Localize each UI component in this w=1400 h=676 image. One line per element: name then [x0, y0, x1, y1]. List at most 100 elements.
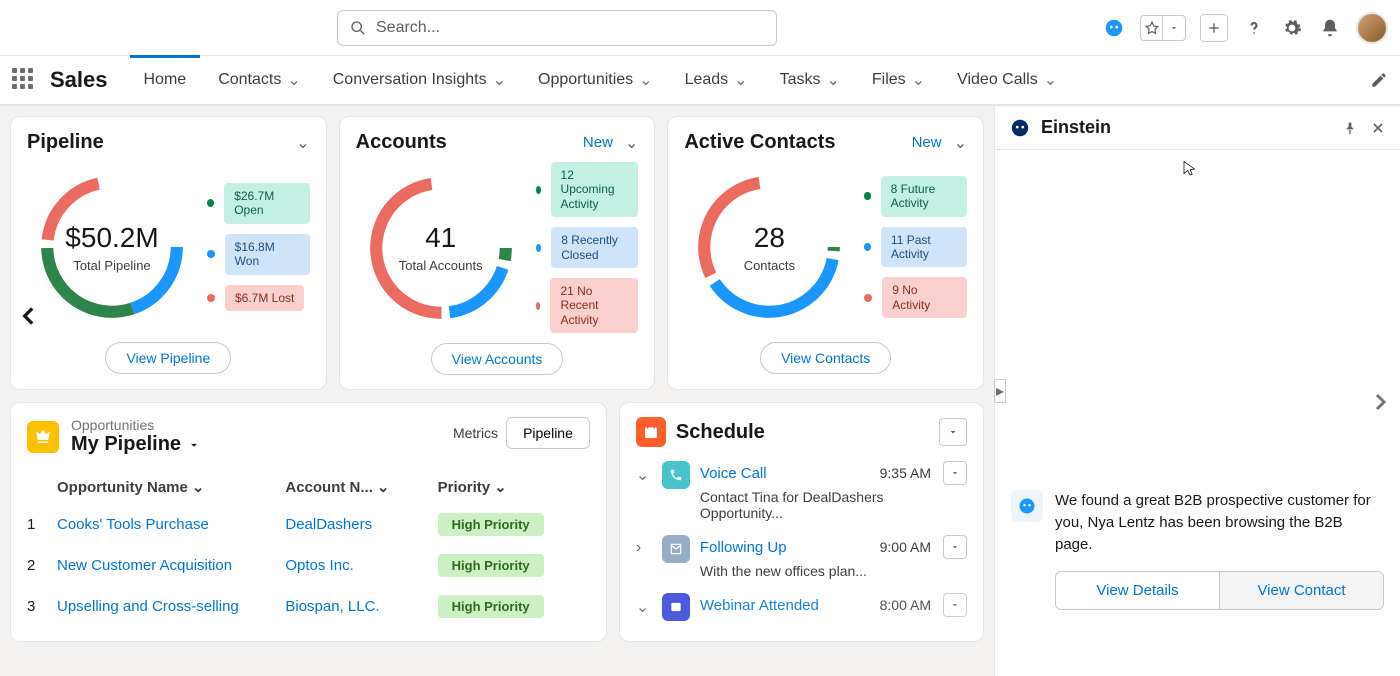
- card-menu[interactable]: ⌄: [625, 133, 638, 153]
- expand-icon[interactable]: ⌄: [636, 593, 652, 621]
- table-row: 1 Cooks' Tools Purchase DealDashers High…: [27, 504, 590, 545]
- favorites-dropdown[interactable]: [1140, 15, 1186, 41]
- phone-icon: [662, 461, 690, 489]
- col-account[interactable]: Account N... ⌄: [285, 478, 437, 496]
- tab-home[interactable]: Home: [130, 59, 201, 101]
- item-menu[interactable]: [943, 535, 967, 559]
- global-search[interactable]: Search...: [337, 10, 777, 46]
- dot-icon: [207, 199, 214, 207]
- chevron-down-icon: ⌄: [192, 478, 205, 496]
- event-icon: [662, 593, 690, 621]
- card-title: Active Contacts: [684, 131, 835, 154]
- app-launcher-icon[interactable]: [12, 68, 36, 92]
- tab-video-calls[interactable]: Video Calls⌄: [943, 58, 1071, 102]
- expand-icon[interactable]: ⌄: [636, 461, 652, 521]
- carousel-prev[interactable]: [14, 301, 44, 331]
- view-contact-button[interactable]: View Contact: [1220, 571, 1384, 610]
- view-pipeline-button[interactable]: View Pipeline: [105, 342, 231, 374]
- settings-icon[interactable]: [1280, 16, 1304, 40]
- item-menu[interactable]: [943, 593, 967, 617]
- pipeline-donut: $50.2MTotal Pipeline: [27, 162, 197, 332]
- account-link[interactable]: Biospan, LLC.: [285, 598, 437, 615]
- dot-icon: [864, 192, 870, 200]
- tab-contacts[interactable]: Contacts⌄: [204, 58, 315, 102]
- badge-lost: $6.7M Lost: [225, 285, 304, 311]
- expand-icon[interactable]: ›: [636, 535, 652, 579]
- badge-won: $16.8M Won: [225, 234, 310, 275]
- col-opportunity[interactable]: Opportunity Name ⌄: [57, 478, 285, 496]
- add-button[interactable]: [1200, 14, 1228, 42]
- chevron-down-icon[interactable]: ⌄: [1044, 70, 1057, 90]
- star-icon: [1141, 16, 1163, 40]
- help-icon[interactable]: [1242, 16, 1266, 40]
- opportunity-icon: [27, 421, 59, 453]
- account-link[interactable]: DealDashers: [285, 516, 437, 533]
- opportunities-card: Opportunities My Pipeline Metrics Pipeli…: [10, 402, 607, 642]
- account-link[interactable]: Optos Inc.: [285, 557, 437, 574]
- close-icon[interactable]: [1370, 120, 1386, 136]
- chevron-down-icon[interactable]: ⌄: [639, 70, 652, 90]
- schedule-time: 8:00 AM: [880, 597, 931, 613]
- contacts-card: Active Contacts New⌄ 28Contacts 8 Future…: [667, 116, 984, 390]
- schedule-item: ⌄ Voice Call 9:35 AM Contact Tina for De…: [636, 461, 967, 521]
- col-priority[interactable]: Priority ⌄: [438, 478, 590, 496]
- tab-files[interactable]: Files⌄: [858, 58, 939, 102]
- einstein-icon[interactable]: [1102, 16, 1126, 40]
- opportunity-link[interactable]: New Customer Acquisition: [57, 557, 285, 574]
- schedule-desc: With the new offices plan...: [700, 563, 967, 579]
- calendar-icon: [636, 417, 666, 447]
- schedule-card: Schedule ⌄ Voice Call 9:35 AM Contact Ti…: [619, 402, 984, 642]
- einstein-icon: [1009, 117, 1031, 139]
- card-menu[interactable]: ⌄: [296, 133, 309, 153]
- schedule-item: ⌄ Webinar Attended 8:00 AM: [636, 593, 967, 621]
- priority-badge: High Priority: [438, 554, 544, 577]
- panel-collapse-handle[interactable]: ▸: [994, 379, 1006, 403]
- dot-icon: [864, 294, 872, 302]
- chevron-down-icon[interactable]: ⌄: [912, 70, 925, 90]
- badge-open: $26.7M Open: [224, 183, 309, 224]
- chevron-down-icon[interactable]: ⌄: [734, 70, 747, 90]
- carousel-next[interactable]: [1368, 390, 1392, 414]
- caret-down-icon: [187, 438, 201, 452]
- notifications-icon[interactable]: [1318, 16, 1342, 40]
- view-accounts-button[interactable]: View Accounts: [431, 343, 564, 375]
- schedule-link[interactable]: Webinar Attended: [700, 597, 819, 614]
- tab-conversation-insights[interactable]: Conversation Insights⌄: [319, 58, 520, 102]
- schedule-link[interactable]: Following Up: [700, 539, 787, 556]
- card-menu[interactable]: ⌄: [954, 133, 967, 153]
- edit-nav-icon[interactable]: [1370, 71, 1388, 89]
- view-contacts-button[interactable]: View Contacts: [760, 342, 891, 374]
- opportunity-link[interactable]: Upselling and Cross-selling: [57, 598, 285, 615]
- badge: 9 No Activity: [882, 277, 967, 318]
- schedule-link[interactable]: Voice Call: [700, 465, 767, 482]
- table-row: 3 Upselling and Cross-selling Biospan, L…: [27, 586, 590, 627]
- opp-title[interactable]: My Pipeline: [71, 433, 201, 456]
- tab-tasks[interactable]: Tasks⌄: [766, 58, 854, 102]
- chevron-down-icon[interactable]: ⌄: [826, 70, 839, 90]
- schedule-title: Schedule: [676, 421, 765, 444]
- metrics-toggle[interactable]: Metrics: [453, 425, 498, 441]
- chevron-down-icon[interactable]: ⌄: [287, 70, 300, 90]
- mail-icon: [662, 535, 690, 563]
- app-name: Sales: [50, 67, 108, 93]
- accounts-donut: 41Total Accounts: [356, 163, 526, 333]
- dot-icon: [536, 302, 541, 310]
- schedule-menu[interactable]: [939, 418, 967, 446]
- item-menu[interactable]: [943, 461, 967, 485]
- tab-leads[interactable]: Leads⌄: [671, 58, 762, 102]
- einstein-message: We found a great B2B prospective custome…: [1055, 490, 1384, 555]
- new-account-link[interactable]: New: [583, 134, 613, 151]
- new-contact-link[interactable]: New: [912, 134, 942, 151]
- pin-icon[interactable]: [1342, 120, 1358, 136]
- view-details-button[interactable]: View Details: [1055, 571, 1220, 610]
- user-avatar[interactable]: [1356, 12, 1388, 44]
- pipeline-toggle[interactable]: Pipeline: [506, 417, 590, 449]
- einstein-avatar-icon: [1011, 490, 1043, 522]
- tab-opportunities[interactable]: Opportunities⌄: [524, 58, 667, 102]
- search-placeholder: Search...: [376, 19, 440, 37]
- priority-badge: High Priority: [438, 513, 544, 536]
- chevron-down-icon[interactable]: ⌄: [493, 70, 506, 90]
- contacts-donut: 28Contacts: [684, 162, 854, 332]
- opportunity-link[interactable]: Cooks' Tools Purchase: [57, 516, 285, 533]
- cursor-icon: [1181, 160, 1199, 178]
